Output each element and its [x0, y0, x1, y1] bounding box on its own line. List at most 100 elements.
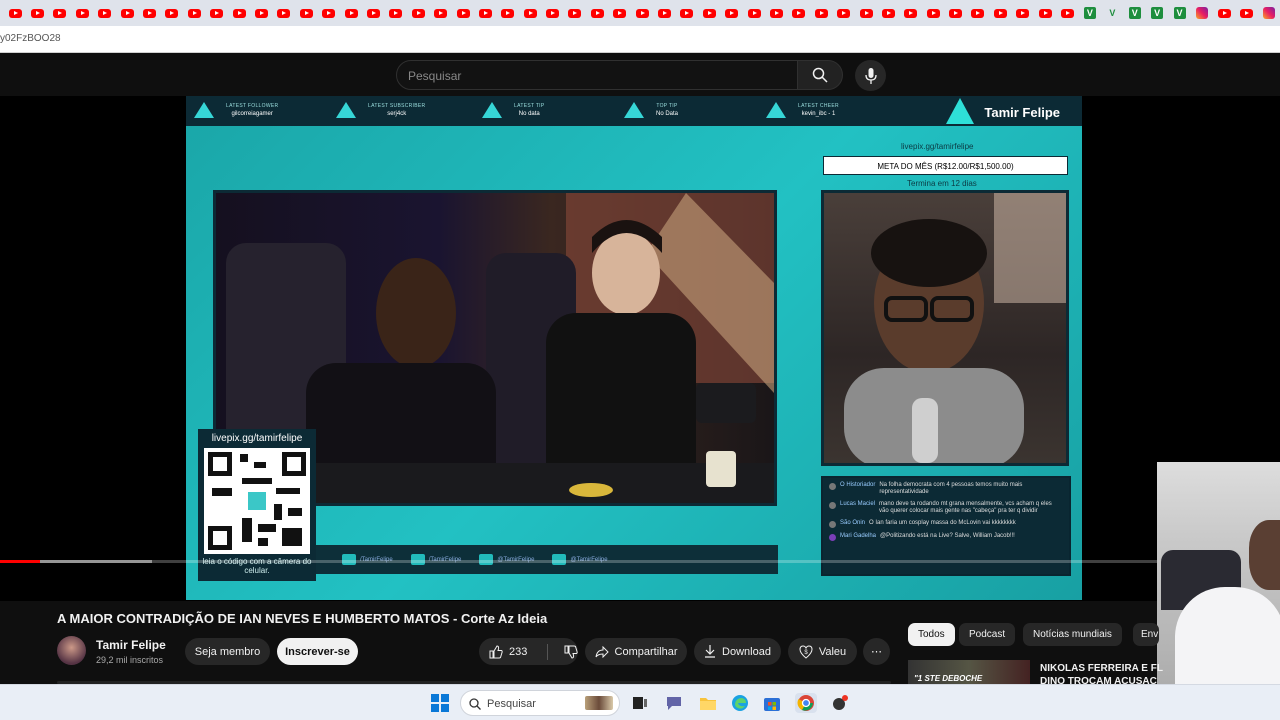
search-input[interactable]: Pesquisar: [396, 60, 798, 90]
thanks-button[interactable]: $ Valeu: [788, 638, 857, 665]
youtube-favicon-icon: [658, 8, 672, 18]
address-text: y02FzBOO28: [0, 33, 61, 44]
video-frame[interactable]: LATEST FOLLOWER gilcorreiagamer LATEST SU…: [186, 96, 1082, 600]
browser-tab[interactable]: [1258, 0, 1280, 26]
like-button[interactable]: 233: [489, 644, 527, 659]
browser-tab[interactable]: [653, 0, 675, 26]
browser-tab[interactable]: [71, 0, 93, 26]
browser-tab[interactable]: [944, 0, 966, 26]
browser-tab[interactable]: [877, 0, 899, 26]
browser-tab[interactable]: [183, 0, 205, 26]
app-button[interactable]: [830, 693, 850, 713]
browser-tab[interactable]: [407, 0, 429, 26]
browser-tab[interactable]: V: [1124, 0, 1146, 26]
browser-tab[interactable]: [922, 0, 944, 26]
browser-tab[interactable]: [1034, 0, 1056, 26]
browser-tab[interactable]: [317, 0, 339, 26]
browser-tab[interactable]: [698, 0, 720, 26]
browser-tab[interactable]: [743, 0, 765, 26]
browser-tab[interactable]: [295, 0, 317, 26]
browser-tab[interactable]: [989, 0, 1011, 26]
share-icon: [595, 645, 609, 658]
chip-podcast[interactable]: Podcast: [959, 623, 1016, 646]
chip-noticias-mundiais[interactable]: Notícias mundiais: [1023, 623, 1122, 646]
browser-tab[interactable]: V: [1101, 0, 1123, 26]
browser-tab[interactable]: [676, 0, 698, 26]
edge-button[interactable]: [730, 693, 750, 713]
more-actions-button[interactable]: ⋯: [863, 638, 890, 665]
browser-tab[interactable]: [967, 0, 989, 26]
browser-tab[interactable]: [810, 0, 832, 26]
chat-message: São Onin O Ian faria um cosplay massa do …: [829, 520, 1063, 528]
browser-tab[interactable]: [4, 0, 26, 26]
browser-tab[interactable]: [250, 0, 272, 26]
channel-name[interactable]: Tamir Felipe: [96, 638, 166, 652]
browser-tab[interactable]: [721, 0, 743, 26]
browser-tab[interactable]: [832, 0, 854, 26]
browser-tab[interactable]: [788, 0, 810, 26]
browser-tab[interactable]: [1012, 0, 1034, 26]
task-view-button[interactable]: [630, 693, 650, 713]
chrome-button[interactable]: [795, 693, 817, 713]
browser-tab[interactable]: [206, 0, 228, 26]
search-button[interactable]: [797, 60, 843, 90]
browser-tab[interactable]: [138, 0, 160, 26]
browser-tab[interactable]: [385, 0, 407, 26]
browser-tab[interactable]: [1213, 0, 1235, 26]
browser-tab[interactable]: [161, 0, 183, 26]
youtube-favicon-icon: [478, 8, 492, 18]
address-bar[interactable]: y02FzBOO28: [0, 26, 1280, 53]
progress-played: [0, 560, 40, 563]
subscribe-button[interactable]: Inscrever-se: [277, 638, 358, 665]
browser-tab[interactable]: [519, 0, 541, 26]
qr-link-text: livepix.gg/tamirfelipe: [211, 433, 303, 444]
voice-search-button[interactable]: [855, 60, 886, 91]
browser-tab[interactable]: V: [1168, 0, 1190, 26]
file-explorer-button[interactable]: [698, 693, 718, 713]
youtube-favicon-icon: [993, 8, 1007, 18]
start-button[interactable]: [430, 693, 450, 713]
browser-tab[interactable]: [116, 0, 138, 26]
dislike-button[interactable]: [564, 645, 578, 659]
chip-todos[interactable]: Todos: [908, 623, 955, 646]
youtube-favicon-icon: [702, 8, 716, 18]
youtube-favicon-icon: [322, 8, 336, 18]
browser-tab[interactable]: [765, 0, 787, 26]
browser-tab[interactable]: [429, 0, 451, 26]
store-button[interactable]: [762, 693, 782, 713]
share-button[interactable]: Compartilhar: [585, 638, 687, 665]
browser-tab[interactable]: [855, 0, 877, 26]
browser-tab[interactable]: [1235, 0, 1257, 26]
taskbar-search-placeholder: Pesquisar: [487, 698, 536, 710]
browser-tab[interactable]: [49, 0, 71, 26]
browser-tab[interactable]: [228, 0, 250, 26]
browser-tab[interactable]: [1191, 0, 1213, 26]
browser-tab[interactable]: [94, 0, 116, 26]
download-button[interactable]: Download: [694, 638, 781, 665]
browser-tab[interactable]: [340, 0, 362, 26]
browser-tab[interactable]: [273, 0, 295, 26]
browser-tab[interactable]: [609, 0, 631, 26]
browser-tab[interactable]: [564, 0, 586, 26]
browser-tab[interactable]: [541, 0, 563, 26]
browser-tab[interactable]: V: [1079, 0, 1101, 26]
browser-tab[interactable]: [900, 0, 922, 26]
browser-tab[interactable]: [586, 0, 608, 26]
channel-avatar[interactable]: [57, 636, 86, 665]
browser-tab[interactable]: V: [1146, 0, 1168, 26]
browser-tab[interactable]: [1056, 0, 1078, 26]
browser-tab[interactable]: [497, 0, 519, 26]
chat-app-button[interactable]: [664, 693, 684, 713]
video-player[interactable]: LATEST FOLLOWER gilcorreiagamer LATEST SU…: [0, 96, 1280, 601]
browser-tab[interactable]: [362, 0, 384, 26]
browser-tab[interactable]: [26, 0, 48, 26]
youtube-favicon-icon: [1240, 8, 1254, 18]
taskbar-search[interactable]: Pesquisar: [460, 690, 620, 716]
join-button[interactable]: Seja membro: [185, 638, 270, 665]
chip-env[interactable]: Env: [1133, 623, 1159, 646]
browser-tab[interactable]: [452, 0, 474, 26]
browser-tab[interactable]: [631, 0, 653, 26]
suggestion-thumbnail[interactable]: "1 STE DEBOCHE: [908, 660, 1030, 684]
video-progress-bar[interactable]: [0, 560, 1280, 563]
browser-tab[interactable]: [474, 0, 496, 26]
